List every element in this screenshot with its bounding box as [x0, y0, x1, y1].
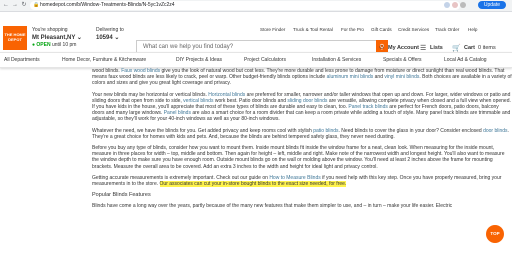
category-nav: All Departments Home Decor, Furniture & …: [0, 52, 512, 68]
sliding-door-blinds-link[interactable]: sliding door blinds: [287, 98, 327, 104]
nav-item-installation-services[interactable]: Installation & Services: [312, 53, 361, 67]
nav-item-project-calculators[interactable]: Project Calculators: [244, 53, 286, 67]
extension-icon[interactable]: [452, 2, 458, 8]
highlighted-text: Our associates can cut your in-store bou…: [159, 181, 347, 188]
nav-item-diy-projects[interactable]: DIY Projects & Ideas: [176, 53, 222, 67]
text: work best. Patio door blinds and: [213, 97, 288, 104]
nav-item-specials-offers[interactable]: Specials & Offers: [383, 53, 422, 67]
article-body: wood blinds. Faux wood blinds give you t…: [92, 68, 512, 215]
horizontal-blinds-link[interactable]: Horizontal blinds: [208, 92, 245, 98]
nav-item-all-departments[interactable]: All Departments: [4, 53, 40, 67]
panel-track-blinds-link[interactable]: Panel track blinds: [348, 104, 387, 110]
top-link-track-order[interactable]: Track Order: [435, 27, 459, 32]
text: wood blinds.: [92, 68, 122, 74]
update-button[interactable]: Update: [477, 1, 506, 9]
site-header: THE HOME DEPOT You're shopping Mt Pleasa…: [0, 12, 512, 55]
top-link-store-finder[interactable]: Store Finder: [260, 27, 285, 32]
store-open-label: OPEN: [36, 42, 51, 48]
my-account-link[interactable]: My Account: [388, 45, 419, 51]
account-icon[interactable]: ☺: [378, 44, 385, 51]
lists-icon[interactable]: ☰: [420, 44, 426, 52]
article-paragraph: Getting accurate measurements is extreme…: [92, 174, 512, 188]
text: Whatever the need, we have the blinds fo…: [92, 127, 314, 134]
article-paragraph: wood blinds. Faux wood blinds give you t…: [92, 68, 512, 87]
lists-link[interactable]: Lists: [430, 45, 443, 51]
delivery-label: Delivering to: [96, 27, 124, 33]
faux-wood-blinds-link[interactable]: Faux wood blinds: [121, 68, 160, 74]
nav-item-local-ad[interactable]: Local Ad & Catalog: [444, 53, 487, 67]
home-depot-logo[interactable]: THE HOME DEPOT: [3, 26, 27, 50]
lock-icon: 🔒: [33, 2, 40, 8]
text: . Need blinds to cover the glass in your…: [338, 127, 484, 134]
back-icon[interactable]: ←: [3, 2, 9, 8]
nav-item-home-decor[interactable]: Home Decor, Furniture & Kitchenware: [62, 53, 146, 67]
cart-link[interactable]: Cart: [464, 45, 475, 51]
store-status: ● OPEN until 10 pm: [32, 42, 77, 48]
door-blinds-link[interactable]: door blinds: [483, 128, 507, 134]
cart-icon[interactable]: 🛒: [452, 44, 461, 52]
top-link-pro[interactable]: For the Pro: [341, 27, 364, 32]
text: and: [373, 74, 385, 81]
store-hours: until 10 pm: [51, 42, 77, 48]
article-paragraph: Before you buy any type of blinds, consi…: [92, 145, 505, 170]
text: Your new blinds may be horizontal or ver…: [92, 91, 209, 98]
store-selector[interactable]: Mt Pleasant,NY ⌄: [32, 34, 82, 41]
back-to-top-button[interactable]: TOP: [486, 225, 504, 243]
patio-blinds-link[interactable]: patio blinds: [313, 128, 338, 134]
aluminum-mini-blinds-link[interactable]: aluminum mini blinds: [327, 74, 374, 80]
section-heading: Popular Blinds Features: [92, 192, 151, 199]
delivery-zip-selector[interactable]: 10594 ⌄: [96, 34, 119, 41]
browser-toolbar: ← → ↻ homedepot.com/b/Window-Treatments-…: [0, 0, 512, 12]
reload-icon[interactable]: ↻: [21, 2, 27, 8]
article-paragraph: Your new blinds may be horizontal or ver…: [92, 92, 512, 123]
article-paragraph: Whatever the need, we have the blinds fo…: [92, 128, 512, 140]
top-link-help[interactable]: Help: [468, 27, 477, 32]
article-paragraph: Blinds have come a long way over the yea…: [92, 203, 453, 210]
vinyl-mini-blinds-link[interactable]: vinyl mini blinds: [384, 74, 419, 80]
text: Getting accurate measurements is extreme…: [92, 174, 270, 181]
top-link-gift-cards[interactable]: Gift Cards: [371, 27, 392, 32]
store-label: You're shopping: [32, 27, 68, 33]
forward-icon[interactable]: →: [12, 2, 18, 8]
extension-icon[interactable]: [444, 2, 450, 8]
vertical-blinds-link[interactable]: vertical blinds: [183, 98, 213, 104]
address-bar[interactable]: homedepot.com/b/Window-Treatments-Blinds…: [30, 1, 460, 10]
top-link-credit-services[interactable]: Credit Services: [398, 27, 429, 32]
profile-icon[interactable]: [460, 2, 466, 8]
panel-blinds-link[interactable]: Panel blinds: [164, 110, 191, 116]
how-to-measure-blinds-link[interactable]: How to Measure Blinds: [269, 175, 320, 181]
top-link-truck-rental[interactable]: Truck & Tool Rental: [293, 27, 333, 32]
cart-count: 0 items: [478, 45, 496, 51]
